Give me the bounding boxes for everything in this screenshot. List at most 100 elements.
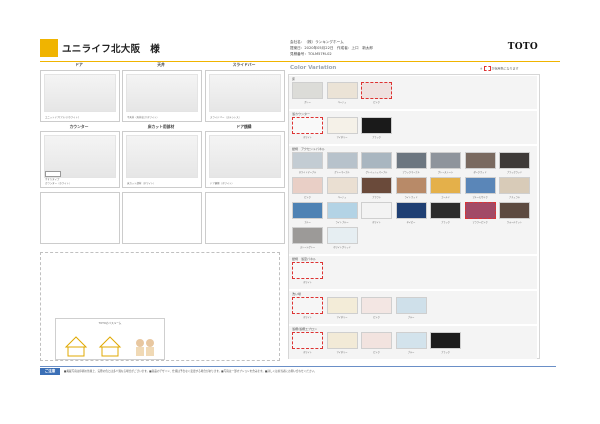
part-panel: 手すりタイプ カウンター（ホワイト） (40, 131, 120, 188)
panel-label: ドア額縁 (236, 124, 252, 129)
color-swatch[interactable] (326, 297, 358, 314)
color-swatch-name: ライトウッド (404, 196, 418, 199)
color-swatch-name: ブラック (372, 136, 381, 139)
selected-mark-sample (483, 66, 491, 71)
color-swatch[interactable] (326, 227, 358, 244)
color-swatch[interactable] (464, 177, 496, 194)
color-swatch[interactable] (361, 152, 392, 169)
color-swatch-name: ホワイトマーブル (298, 171, 317, 174)
color-swatch[interactable] (292, 332, 323, 349)
color-swatch[interactable] (361, 202, 392, 219)
color-swatch-name: ホワイト (303, 136, 312, 139)
house-illustration-icon (64, 336, 154, 357)
part-photo (44, 74, 116, 112)
color-swatch[interactable] (395, 332, 427, 349)
color-swatch[interactable] (292, 152, 323, 169)
color-swatch-name: ピンク (373, 351, 380, 354)
color-swatch[interactable] (292, 262, 323, 279)
color-swatch-name: アイボリー (336, 351, 348, 354)
estimate-number: 見積番号：TOLM57M-02 (290, 52, 332, 56)
color-swatch[interactable] (292, 227, 323, 244)
note-suffix: が採用色になります (491, 66, 519, 71)
color-section-label: 壁柄 浴室パネル (292, 257, 317, 261)
color-swatch[interactable] (326, 177, 358, 194)
color-swatch-name: ブルー (304, 221, 311, 224)
color-swatch[interactable] (292, 177, 323, 194)
color-swatch[interactable] (361, 297, 392, 314)
part-caption: ユニットドア(アルミ/ホワイト) (45, 116, 79, 119)
color-swatch[interactable] (395, 177, 427, 194)
color-swatch-name: フラワーピンク (472, 221, 488, 224)
color-swatch[interactable] (395, 152, 427, 169)
color-swatch[interactable] (292, 297, 323, 314)
page-title: ユニライフ北大阪 様 (62, 44, 161, 55)
title-accent-square (40, 39, 58, 57)
color-swatch-name: ブラック (441, 221, 450, 224)
header-divider (40, 61, 560, 62)
color-swatch-name: ホワイト (303, 281, 312, 284)
color-swatch-name: ピンク (304, 196, 311, 199)
color-swatch-name: ライトブルー (335, 221, 349, 224)
color-swatch[interactable] (395, 202, 427, 219)
color-swatch[interactable] (361, 117, 392, 134)
color-swatch-name: ネイビー (406, 221, 416, 224)
color-swatch-name: ピンク (373, 316, 380, 319)
part-photo (126, 135, 198, 178)
part-caption: 平天井（天井高さ/ホワイト） (127, 116, 159, 119)
color-swatch[interactable] (361, 82, 392, 99)
color-swatch-name: ベージュ (337, 196, 347, 199)
toto-logo: TOTO (507, 42, 538, 52)
color-swatch-name: ブルー (407, 316, 415, 319)
color-swatch-name: ストーングレー (299, 246, 316, 249)
color-swatch-name: ゴールド (441, 196, 450, 199)
color-swatch-name: ブラックウッド (506, 171, 523, 174)
color-swatch[interactable] (499, 177, 530, 194)
part-panel: ドア額縁（ホワイト） (205, 131, 285, 188)
toto-bath-logo: TOTOのバスルーム (55, 318, 165, 360)
color-swatch-name: ホワイトグリッド (333, 246, 351, 249)
color-swatch[interactable] (464, 202, 496, 219)
color-swatch[interactable] (326, 332, 358, 349)
color-variation-note: ※ が採用色になります (480, 66, 519, 71)
color-swatch[interactable] (395, 297, 427, 314)
color-swatch[interactable] (326, 152, 358, 169)
color-swatch-name: アイボリー (336, 136, 348, 139)
part-panel: 床カット部材（ホワイト） (122, 131, 202, 188)
color-swatch[interactable] (326, 117, 358, 134)
color-swatch[interactable] (464, 152, 496, 169)
color-swatch[interactable] (361, 177, 392, 194)
color-swatch[interactable] (326, 82, 358, 99)
color-swatch[interactable] (326, 202, 358, 219)
color-swatch[interactable] (361, 332, 392, 349)
color-swatch-name: ブルーモザイク (472, 196, 488, 199)
color-swatch[interactable] (430, 152, 461, 169)
note-prefix: ※ (480, 66, 483, 71)
header-info: 会社名：（株）ランキングホーム 提案日：2020年05月22日 作成者：上口 新… (290, 39, 373, 57)
color-swatch[interactable] (292, 82, 323, 99)
panel-label: カウンター (69, 124, 89, 129)
color-section-label: 浴カウンター (292, 112, 311, 116)
color-swatch[interactable] (292, 202, 323, 219)
color-swatch-name: ブラックマーブル (402, 171, 420, 174)
panel-label: 床カット用部材 (147, 124, 175, 129)
part-photo (209, 135, 281, 178)
color-section-label: 浴槽/浴槽エプロン (292, 327, 318, 331)
part-caption: スライドバー（ステンレス） (210, 116, 242, 119)
color-section-label: 床 (292, 77, 296, 81)
color-swatch[interactable] (499, 202, 530, 219)
color-swatch-name: ホワイト (303, 351, 312, 354)
part-caption: 床カット部材（ホワイト） (127, 182, 156, 185)
color-swatch-name: ブルー (407, 351, 415, 354)
color-section-label: 壁柄 アクセントパネル (292, 147, 325, 151)
part-panel: ユニットドア(アルミ/ホワイト) (40, 70, 120, 122)
color-swatch[interactable] (430, 202, 461, 219)
color-section-label: 洗い場 (292, 292, 302, 296)
color-swatch[interactable] (499, 152, 530, 169)
color-swatch-name: ブラック (441, 351, 450, 354)
footer-notes: ご注意 ■掲載写真は印刷の性質上、実際の色とは多少異なる場合がございます。■商品… (40, 366, 556, 376)
color-swatch-name: グレーマーブル (334, 171, 350, 174)
color-swatch[interactable] (430, 332, 461, 349)
color-swatch[interactable] (430, 177, 461, 194)
color-swatch[interactable] (292, 117, 323, 134)
color-swatch-name: グレー (304, 101, 311, 104)
